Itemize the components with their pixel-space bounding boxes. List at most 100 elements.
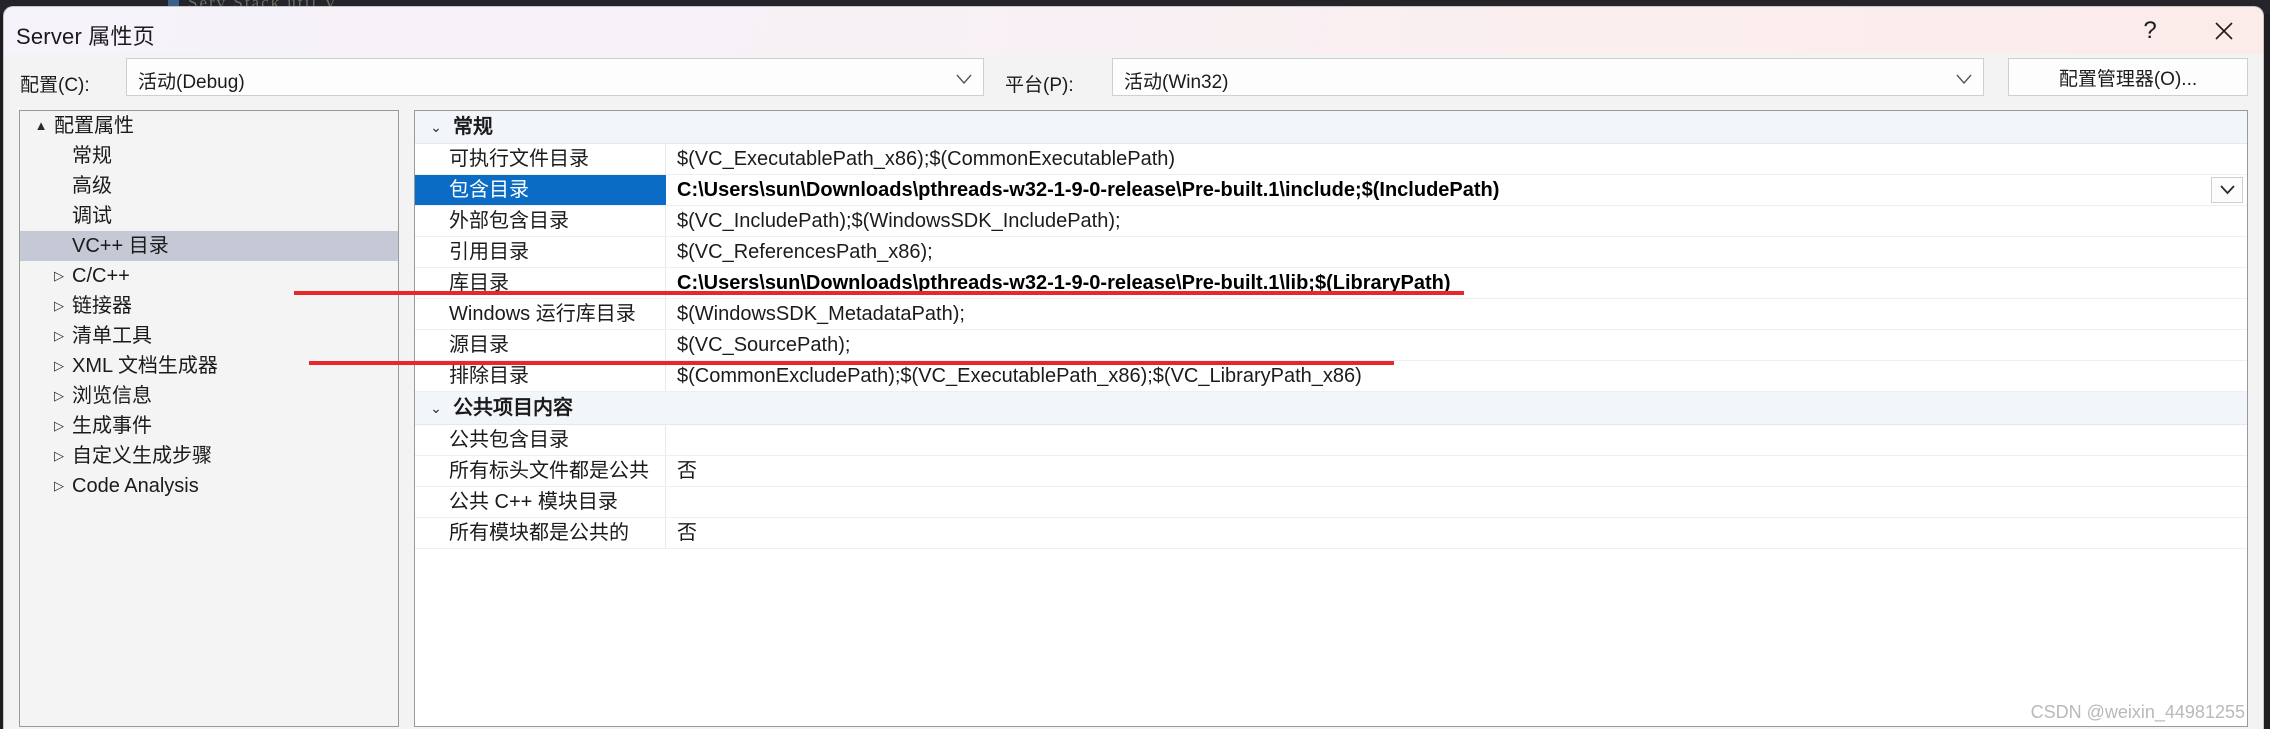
- property-name: 所有标头文件都是公共的: [449, 460, 649, 482]
- sidebar-item-label: 浏览信息: [72, 385, 152, 407]
- property-value[interactable]: C:\Users\sun\Downloads\pthreads-w32-1-9-…: [677, 268, 1451, 298]
- sidebar-item[interactable]: 常规: [20, 141, 398, 171]
- sidebar-item-label: XML 文档生成器: [72, 355, 218, 377]
- close-button[interactable]: [2191, 7, 2257, 54]
- property-row[interactable]: 公共包含目录: [415, 425, 2247, 456]
- column-divider: [665, 361, 666, 391]
- property-category-label: 常规: [453, 116, 493, 138]
- property-value[interactable]: $(VC_ExecutablePath_x86);$(CommonExecuta…: [677, 144, 1175, 174]
- property-category-header[interactable]: ⌄ 常规: [415, 111, 2247, 144]
- property-name: 外部包含目录: [449, 210, 569, 232]
- column-divider: [665, 425, 666, 455]
- sidebar-item[interactable]: ▷ 链接器: [20, 291, 398, 321]
- dialog-title-bar: Server 属性页 ?: [4, 7, 2263, 54]
- sidebar-item-label: Code Analysis: [72, 475, 199, 497]
- sidebar-item[interactable]: ▷ 生成事件: [20, 411, 398, 441]
- property-name: 引用目录: [449, 241, 529, 263]
- configuration-select-value: 活动(Debug): [138, 72, 245, 93]
- property-grid[interactable]: ⌄ 常规可执行文件目录 $(VC_ExecutablePath_x86);$(Com…: [414, 110, 2248, 727]
- property-value[interactable]: $(CommonExcludePath);$(VC_ExecutablePath…: [677, 361, 1362, 391]
- property-pages-dialog: Server 属性页 ? 配置(C): 活动(Debug) 平台(P): 活动(…: [4, 7, 2263, 729]
- column-divider: [665, 456, 666, 486]
- property-row[interactable]: 排除目录 $(CommonExcludePath);$(VC_Executable…: [415, 361, 2247, 392]
- property-name: 排除目录: [449, 365, 529, 387]
- property-value[interactable]: C:\Users\sun\Downloads\pthreads-w32-1-9-…: [677, 175, 1499, 205]
- property-row[interactable]: 所有标头文件都是公共的 否: [415, 456, 2247, 487]
- sidebar-item[interactable]: 调试: [20, 201, 398, 231]
- property-row[interactable]: 引用目录 $(VC_ReferencesPath_x86);: [415, 237, 2247, 268]
- sidebar-item[interactable]: 高级: [20, 171, 398, 201]
- property-value[interactable]: $(VC_SourcePath);: [677, 330, 850, 360]
- sidebar-item[interactable]: ▷ Code Analysis: [20, 471, 398, 501]
- chevron-down-icon: [1956, 72, 1972, 90]
- chevron-down-icon[interactable]: ⌄: [426, 392, 446, 424]
- property-row[interactable]: 公共 C++ 模块目录: [415, 487, 2247, 518]
- sidebar-item-label: 调试: [72, 205, 112, 227]
- dialog-body: ▲ 配置属性 常规 高级 调试 VC++ 目录 ▷ C/C++ ▷ 链接器 ▷ 清单工具 ▷ XML 文档…: [4, 110, 2263, 729]
- column-divider: [665, 518, 666, 548]
- sidebar-item-label: 常规: [72, 145, 112, 167]
- column-divider: [665, 144, 666, 174]
- property-value-dropdown-button[interactable]: [2211, 177, 2243, 203]
- chevron-down-icon: [2219, 185, 2235, 195]
- property-value[interactable]: $(VC_IncludePath);$(WindowsSDK_IncludePa…: [677, 206, 1121, 236]
- configuration-toolbar: 配置(C): 活动(Debug) 平台(P): 活动(Win32) 配置管理器(…: [4, 54, 2263, 110]
- sidebar-item-label: C/C++: [72, 265, 130, 287]
- twisty-collapsed-icon[interactable]: ▷: [48, 261, 70, 291]
- property-value[interactable]: 否: [677, 518, 697, 548]
- property-name: Windows 运行库目录: [449, 303, 636, 325]
- chevron-down-icon[interactable]: ⌄: [426, 111, 446, 143]
- column-divider: [665, 299, 666, 329]
- property-category-header[interactable]: ⌄ 公共项目内容: [415, 392, 2247, 425]
- configuration-label: 配置(C):: [20, 75, 90, 96]
- sidebar-item-label: 清单工具: [72, 325, 152, 347]
- twisty-collapsed-icon[interactable]: ▷: [48, 411, 70, 441]
- property-value[interactable]: $(WindowsSDK_MetadataPath);: [677, 299, 965, 329]
- property-name: 库目录: [449, 272, 509, 294]
- platform-select-value: 活动(Win32): [1124, 72, 1229, 93]
- twisty-collapsed-icon[interactable]: ▷: [48, 321, 70, 351]
- property-row[interactable]: Windows 运行库目录 $(WindowsSDK_MetadataPath);: [415, 299, 2247, 330]
- twisty-collapsed-icon[interactable]: ▷: [48, 471, 70, 501]
- property-name: 源目录: [449, 334, 509, 356]
- sidebar-item[interactable]: ▷ 浏览信息: [20, 381, 398, 411]
- settings-tree[interactable]: ▲ 配置属性 常规 高级 调试 VC++ 目录 ▷ C/C++ ▷ 链接器 ▷ 清单工具 ▷ XML 文档…: [19, 110, 399, 727]
- configuration-manager-button[interactable]: 配置管理器(O)...: [2008, 58, 2248, 96]
- property-row[interactable]: 源目录 $(VC_SourcePath);: [415, 330, 2247, 361]
- property-row[interactable]: 库目录 C:\Users\sun\Downloads\pthreads-w32-1…: [415, 268, 2247, 299]
- sidebar-item[interactable]: ▷ 清单工具: [20, 321, 398, 351]
- sidebar-item-label: 高级: [72, 175, 112, 197]
- platform-label: 平台(P):: [1005, 75, 1074, 96]
- twisty-collapsed-icon[interactable]: ▷: [48, 381, 70, 411]
- sidebar-item-label: 生成事件: [72, 415, 152, 437]
- sidebar-item[interactable]: ▷ XML 文档生成器: [20, 351, 398, 381]
- property-value[interactable]: $(VC_ReferencesPath_x86);: [677, 237, 933, 267]
- property-row[interactable]: 可执行文件目录 $(VC_ExecutablePath_x86);$(Common…: [415, 144, 2247, 175]
- sidebar-item[interactable]: ▷ C/C++: [20, 261, 398, 291]
- column-divider: [665, 268, 666, 298]
- sidebar-item[interactable]: ▲ 配置属性: [20, 111, 398, 141]
- configuration-select[interactable]: 活动(Debug): [126, 58, 984, 96]
- property-name: 公共包含目录: [449, 429, 569, 451]
- column-divider: [665, 330, 666, 360]
- sidebar-item-label: 链接器: [72, 295, 132, 317]
- property-row[interactable]: 外部包含目录 $(VC_IncludePath);$(WindowsSDK_Inc…: [415, 206, 2247, 237]
- sidebar-item[interactable]: ▷ 自定义生成步骤: [20, 441, 398, 471]
- column-divider: [665, 175, 666, 205]
- column-divider: [665, 206, 666, 236]
- property-value[interactable]: 否: [677, 456, 697, 486]
- page-title: Server 属性页: [16, 24, 155, 49]
- platform-select[interactable]: 活动(Win32): [1112, 58, 1984, 96]
- help-button[interactable]: ?: [2117, 7, 2183, 54]
- property-name: 包含目录: [449, 179, 529, 201]
- twisty-collapsed-icon[interactable]: ▷: [48, 351, 70, 381]
- property-name: 公共 C++ 模块目录: [449, 491, 618, 513]
- twisty-collapsed-icon[interactable]: ▷: [48, 441, 70, 471]
- property-row[interactable]: 所有模块都是公共的 否: [415, 518, 2247, 549]
- question-mark-icon: ?: [2143, 16, 2157, 44]
- twisty-expanded-icon[interactable]: ▲: [30, 111, 52, 141]
- sidebar-item[interactable]: VC++ 目录: [20, 231, 398, 261]
- twisty-collapsed-icon[interactable]: ▷: [48, 291, 70, 321]
- property-row[interactable]: 包含目录 C:\Users\sun\Downloads\pthreads-w32-…: [415, 175, 2247, 206]
- sidebar-item-label: 自定义生成步骤: [72, 445, 212, 467]
